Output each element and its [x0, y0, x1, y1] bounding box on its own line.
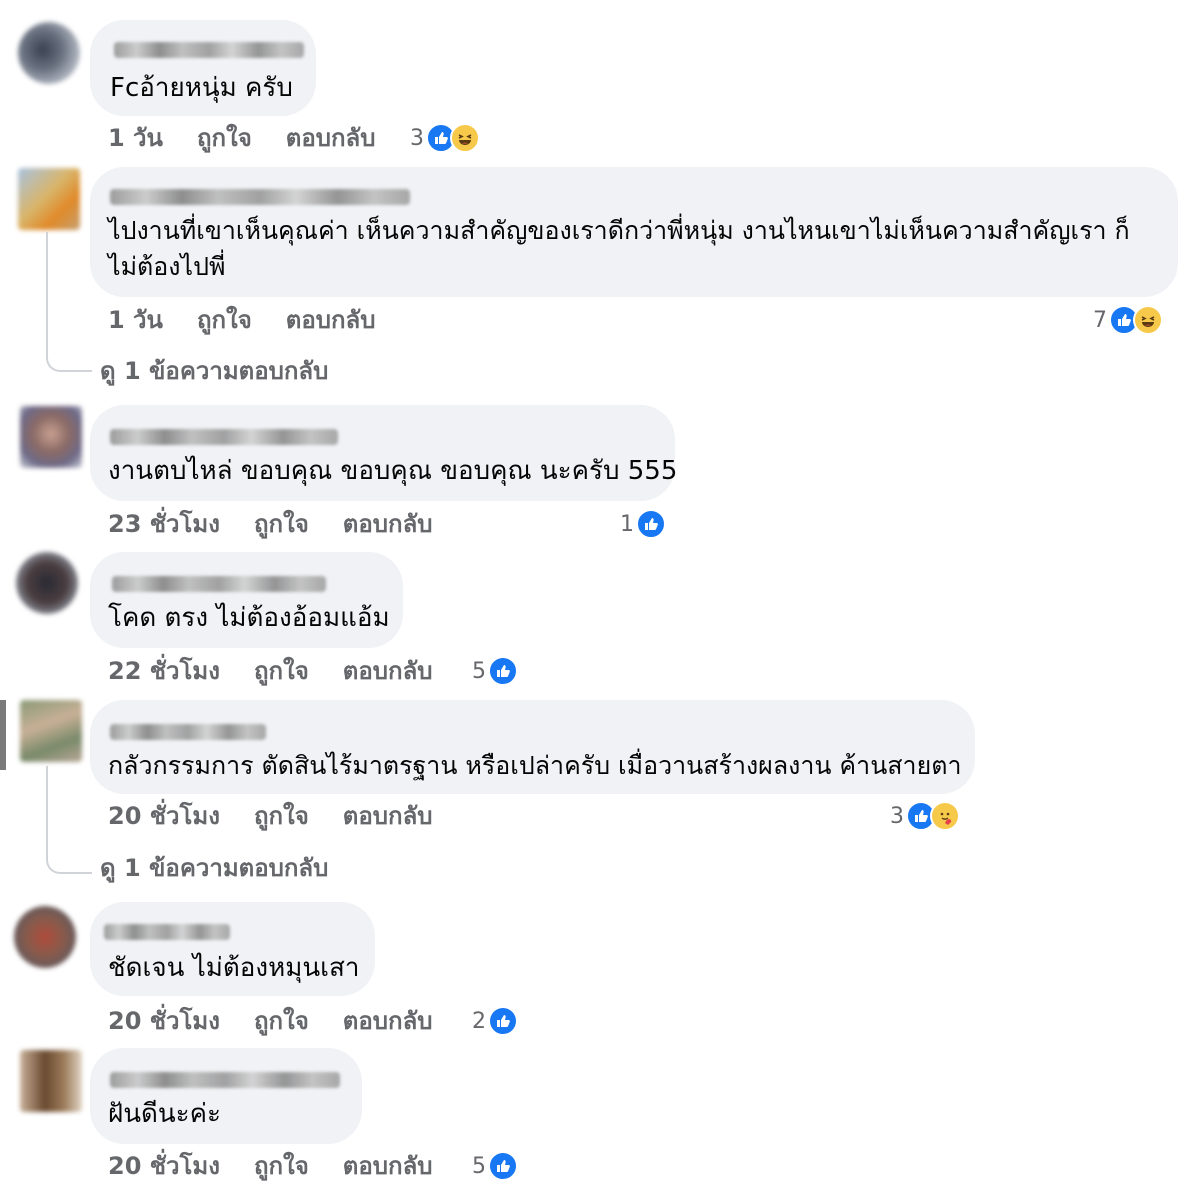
comment-bubble: ชัดเจน ไม่ต้องหมุนเสา — [90, 902, 375, 996]
reaction-summary[interactable]: 5 — [472, 655, 518, 687]
reaction-count: 3 — [890, 803, 904, 829]
comment-time[interactable]: 20 ชั่วโมง — [108, 1152, 220, 1180]
like-icon — [488, 1006, 518, 1036]
comment-time[interactable]: 1 วัน — [108, 306, 163, 334]
comment-text: ชัดเจน ไม่ต้องหมุนเสา — [108, 953, 360, 983]
reaction-summary[interactable]: 3 — [890, 800, 960, 832]
reaction-count: 7 — [1093, 307, 1107, 333]
blurred-author-name[interactable] — [110, 724, 266, 740]
comment-actions: 20 ชั่วโมง ถูกใจ ตอบกลับ — [108, 1150, 433, 1182]
blurred-author-name[interactable] — [110, 1072, 340, 1088]
comment-text-line-2: ไม่ต้องไปพี่ — [108, 252, 226, 281]
comment-actions: 20 ชั่วโมง ถูกใจ ตอบกลับ — [108, 1005, 433, 1037]
blurred-author-name[interactable] — [110, 189, 410, 205]
comment-time[interactable]: 1 วัน — [108, 124, 163, 152]
comment-text: Fcอ้ายหนุ่ม ครับ — [110, 73, 293, 103]
blurred-author-name[interactable] — [104, 924, 230, 940]
comment-time[interactable]: 20 ชั่วโมง — [108, 1007, 220, 1035]
comment-bubble: โคด ตรง ไม่ต้องอ้อมแอ้ม — [90, 552, 403, 648]
like-icon — [636, 509, 666, 539]
reply-action[interactable]: ตอบกลับ — [343, 1007, 433, 1035]
like-action[interactable]: ถูกใจ — [197, 124, 252, 152]
comment-actions: 20 ชั่วโมง ถูกใจ ตอบกลับ — [108, 800, 433, 832]
reaction-summary[interactable]: 1 — [620, 508, 666, 540]
scrollbar-fragment — [0, 700, 6, 770]
comment-actions: 1 วัน ถูกใจ ตอบกลับ — [108, 304, 376, 336]
reply-action[interactable]: ตอบกลับ — [286, 124, 376, 152]
blurred-author-name[interactable] — [110, 429, 338, 445]
like-action[interactable]: ถูกใจ — [254, 510, 309, 538]
comment-text: โคด ตรง ไม่ต้องอ้อมแอ้ม — [108, 603, 390, 633]
like-action[interactable]: ถูกใจ — [254, 802, 309, 830]
reaction-summary[interactable]: 3 — [410, 122, 480, 154]
avatar[interactable] — [18, 168, 80, 230]
reaction-summary[interactable]: 5 — [472, 1150, 518, 1182]
reply-action[interactable]: ตอบกลับ — [343, 510, 433, 538]
thread-connector — [46, 766, 92, 874]
like-action[interactable]: ถูกใจ — [254, 1007, 309, 1035]
avatar[interactable] — [16, 552, 78, 614]
like-icon — [488, 1151, 518, 1181]
reaction-count: 3 — [410, 125, 424, 151]
comment-text-line-1: ไปงานที่เขาเห็นคุณค่า เห็นความสำคัญของเร… — [108, 216, 1130, 245]
haha-icon — [1133, 305, 1163, 335]
blurred-author-name[interactable] — [112, 576, 326, 592]
like-action[interactable]: ถูกใจ — [197, 306, 252, 334]
reply-action[interactable]: ตอบกลับ — [343, 1152, 433, 1180]
avatar[interactable] — [20, 1050, 82, 1112]
avatar[interactable] — [20, 406, 82, 468]
care-icon — [930, 801, 960, 831]
reaction-summary[interactable]: 2 — [472, 1005, 518, 1037]
comment-bubble: ไปงานที่เขาเห็นคุณค่า เห็นความสำคัญของเร… — [90, 167, 1178, 297]
reply-action[interactable]: ตอบกลับ — [343, 802, 433, 830]
comment-bubble: กลัวกรรมการ ตัดสินไร้มาตรฐาน หรือเปล่าคร… — [90, 700, 975, 794]
like-icon — [488, 656, 518, 686]
like-action[interactable]: ถูกใจ — [254, 1152, 309, 1180]
reply-action[interactable]: ตอบกลับ — [286, 306, 376, 334]
comment-text: งานตบไหล่ ขอบคุณ ขอบคุณ ขอบคุณ นะครับ 55… — [108, 456, 678, 486]
reaction-count: 5 — [472, 1153, 486, 1179]
view-replies-link[interactable]: ดู 1 ข้อความตอบกลับ — [100, 852, 328, 884]
comment-bubble: ฝันดีนะค่ะ — [90, 1048, 362, 1144]
comment-time[interactable]: 23 ชั่วโมง — [108, 510, 220, 538]
haha-icon — [450, 123, 480, 153]
avatar[interactable] — [20, 700, 82, 762]
reaction-count: 5 — [472, 658, 486, 684]
comment-actions: 1 วัน ถูกใจ ตอบกลับ — [108, 122, 376, 154]
reply-action[interactable]: ตอบกลับ — [343, 657, 433, 685]
like-action[interactable]: ถูกใจ — [254, 657, 309, 685]
comment-actions: 22 ชั่วโมง ถูกใจ ตอบกลับ — [108, 655, 433, 687]
comment-text: ฝันดีนะค่ะ — [108, 1099, 221, 1129]
comment-actions: 23 ชั่วโมง ถูกใจ ตอบกลับ — [108, 508, 433, 540]
comment-time[interactable]: 20 ชั่วโมง — [108, 802, 220, 830]
comment-text: กลัวกรรมการ ตัดสินไร้มาตรฐาน หรือเปล่าคร… — [108, 751, 962, 780]
comment-bubble: งานตบไหล่ ขอบคุณ ขอบคุณ ขอบคุณ นะครับ 55… — [90, 405, 678, 501]
reaction-count: 1 — [620, 511, 634, 537]
comment-time[interactable]: 22 ชั่วโมง — [108, 657, 220, 685]
thread-connector — [46, 232, 92, 372]
avatar[interactable] — [18, 22, 80, 84]
view-replies-link[interactable]: ดู 1 ข้อความตอบกลับ — [100, 355, 328, 387]
blurred-author-name[interactable] — [114, 42, 304, 58]
comment-bubble: Fcอ้ายหนุ่ม ครับ — [90, 20, 316, 116]
reaction-count: 2 — [472, 1008, 486, 1034]
avatar[interactable] — [14, 906, 76, 968]
reaction-summary[interactable]: 7 — [1093, 304, 1163, 336]
